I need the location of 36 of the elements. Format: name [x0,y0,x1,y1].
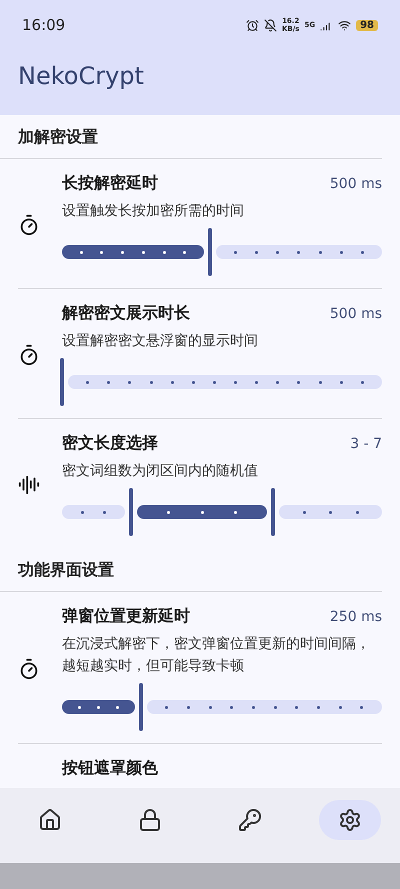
setting-title: 弹窗位置更新延时 [62,606,190,627]
lock-icon [138,808,162,832]
slider-handle[interactable] [208,228,212,276]
section-title: 加解密设置 [0,115,382,159]
setting-title: 密文长度选择 [62,433,158,454]
timer-icon [18,214,40,236]
timer-icon [18,658,40,680]
sound-wave-icon [18,474,40,496]
slider-handle[interactable] [60,358,64,406]
nav-tab[interactable] [319,800,381,840]
setting-title: 按钮遮罩颜色 [62,758,158,779]
key-icon [238,808,262,832]
slider-handle[interactable] [129,488,134,536]
status-time: 16:09 [22,16,66,34]
setting-value: 3 - 7 [350,436,382,452]
timer-icon [18,344,40,366]
setting-title: 解密密文展示时长 [62,303,190,324]
section-title: 功能界面设置 [0,548,382,592]
app-title: NekoCrypt [17,61,145,92]
wifi-icon [338,18,352,32]
slider-handle[interactable] [271,488,276,536]
slider-track [62,505,126,519]
setting-value: 500 ms [330,306,382,322]
setting-title: 长按解密延时 [62,173,158,194]
home-icon [38,808,62,832]
slider-handle[interactable] [138,683,143,731]
setting-value: 500 ms [330,176,382,192]
setting-description: 在沉浸式解密下，密文弹窗位置更新的时间间隔，越短越实时，但可能导致卡顿 [62,635,371,676]
alarm-icon [246,18,259,32]
battery-level: 98 [356,20,378,30]
setting-description: 设置解密密文悬浮窗的显示时间 [62,332,259,351]
settings-icon [338,808,362,832]
setting-description: 设置触发长按加密所需的时间 [62,202,245,221]
bell-off-icon [264,18,277,32]
setting-description: 密文词组数为闭区间内的随机值 [62,462,259,481]
setting-value: 250 ms [330,609,382,625]
